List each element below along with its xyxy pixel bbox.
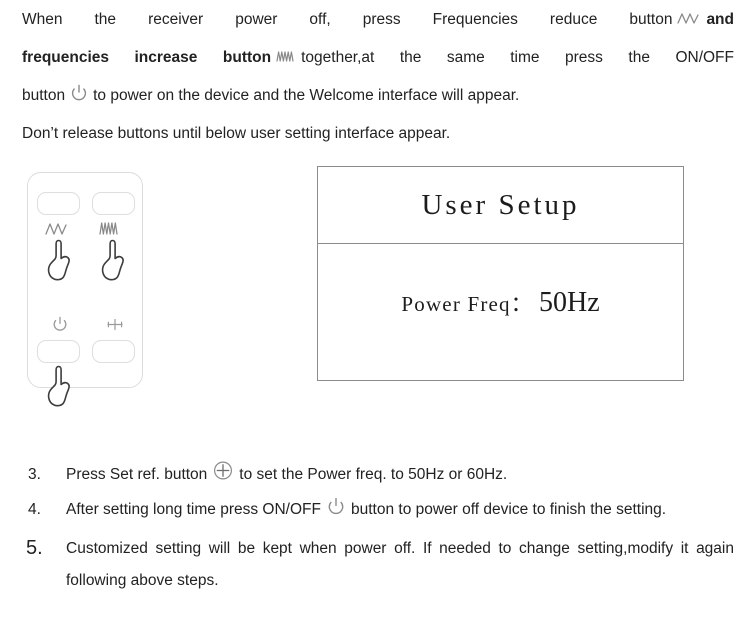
list-item: 4. After setting long time press ON/OFF b… bbox=[22, 494, 734, 529]
plus-ref-icon bbox=[105, 318, 125, 337]
intro-line-1-text-b: and bbox=[706, 11, 734, 28]
step-number: 5. bbox=[26, 537, 43, 559]
step-text: Customized setting will be kept when pow… bbox=[66, 533, 734, 597]
intro-line-4: Don’t release buttons until below user s… bbox=[22, 125, 451, 142]
intro-paragraph: When the receiver power off, press Frequ… bbox=[22, 2, 734, 151]
intro-line-2-text-b: together,at the same time press the ON/O… bbox=[301, 49, 734, 66]
intro-line-1-text-a: When the receiver power off, press Frequ… bbox=[22, 11, 673, 28]
list-item: 3. Press Set ref. button to set the Power… bbox=[22, 459, 734, 494]
intro-line-3-text-b: to power on the device and the Welcome i… bbox=[93, 87, 520, 104]
steps-list: 3. Press Set ref. button to set the Power… bbox=[22, 459, 734, 597]
frequency-decrease-button[interactable] bbox=[37, 192, 80, 215]
list-item: 5. Customized setting will be kept when … bbox=[22, 533, 734, 597]
step-5-text: Customized setting will be kept when pow… bbox=[66, 540, 734, 589]
power-icon bbox=[51, 316, 69, 339]
step-number: 4. bbox=[28, 501, 41, 518]
pointing-hand-icon bbox=[98, 238, 128, 288]
step-4-text-after: button to power off device to finish the… bbox=[350, 501, 667, 518]
step-4-text-before: After setting long time press ON/OFF bbox=[66, 501, 321, 518]
step-text: After setting long time press ON/OFF butt… bbox=[66, 494, 734, 529]
frequency-increase-button[interactable] bbox=[92, 192, 135, 215]
pointing-hand-icon bbox=[44, 238, 74, 288]
intro-line-2: frequencies increase button together,at t… bbox=[22, 40, 734, 78]
lcd-body: Power Freq： 50Hz bbox=[318, 244, 683, 379]
power-icon bbox=[325, 497, 347, 529]
power-freq-label: Power Freq： bbox=[401, 291, 533, 316]
intro-line-1: When the receiver power off, press Frequ… bbox=[22, 2, 734, 40]
pointing-hand-icon bbox=[44, 364, 74, 414]
power-icon bbox=[69, 81, 89, 116]
step-number: 3. bbox=[28, 466, 41, 483]
set-ref-button[interactable] bbox=[92, 340, 135, 363]
wave-low-icon bbox=[676, 5, 702, 40]
step-3-text-before: Press Set ref. button bbox=[66, 466, 208, 483]
power-freq-value: 50Hz bbox=[538, 286, 600, 318]
lcd-title-row: User Setup bbox=[318, 167, 683, 244]
remote-control-illustration bbox=[22, 168, 162, 413]
intro-line-2-text-a: frequencies increase button bbox=[22, 49, 272, 66]
lcd-screen: User Setup Power Freq： 50Hz bbox=[317, 166, 684, 381]
lcd-title: User Setup bbox=[421, 188, 580, 221]
wave-high-icon bbox=[275, 43, 297, 78]
intro-line-3: button to power on the device and the Wel… bbox=[22, 78, 734, 116]
step-text: Press Set ref. button to set the Power fr… bbox=[66, 459, 734, 494]
intro-line-3-text-a: button bbox=[22, 87, 66, 104]
power-on-off-button[interactable] bbox=[37, 340, 80, 363]
step-3-text-after: to set the Power freq. to 50Hz or 60Hz. bbox=[239, 466, 508, 483]
circled-plus-icon bbox=[211, 460, 235, 494]
power-freq-setting-row: Power Freq： 50Hz bbox=[401, 287, 599, 319]
